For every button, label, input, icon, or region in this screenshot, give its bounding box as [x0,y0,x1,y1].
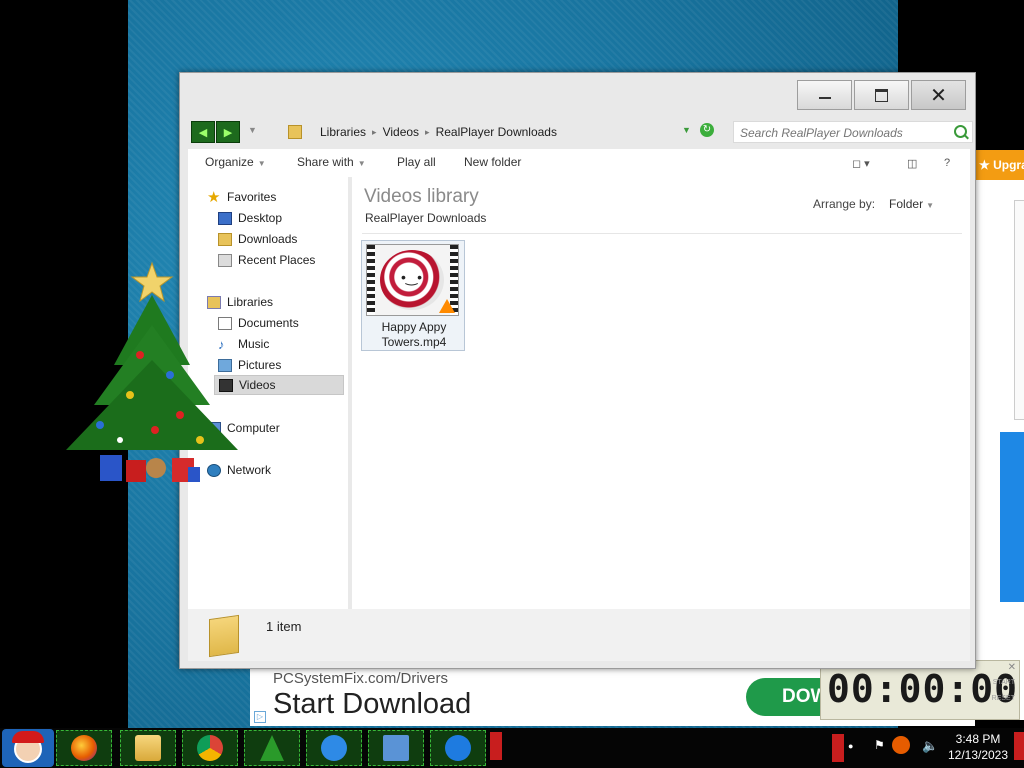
library-subtitle: RealPlayer Downloads [365,211,487,225]
crumb-separator-icon[interactable]: ▸ [372,127,377,138]
search-input[interactable] [734,122,947,144]
share-with-button[interactable]: Share with ▼ [297,155,366,169]
timer-close-icon[interactable]: ✕ [1008,662,1016,673]
file-name: Happy Appy Towers.mp4 [381,320,447,349]
browser-panel [1014,200,1024,420]
desktop-icon [218,211,232,225]
timer-reset-button[interactable]: RESET [992,695,1015,702]
santa-hat-icon [12,731,44,743]
explorer-window: ✕ ◀ ▶ ▼ Libraries ▸ Videos ▸ RealPlayer … [179,72,976,669]
library-title: Videos library [364,186,479,207]
minimize-icon [818,97,831,99]
play-all-button[interactable]: Play all [397,155,436,169]
preview-pane-icon[interactable]: ◫ [907,157,917,170]
recent-pages-dropdown[interactable]: ▼ [248,125,257,135]
taskbar-control-panel[interactable] [368,730,424,766]
folder-icon [209,614,239,658]
timer-display: 00:00:00 [827,667,1019,711]
taskbar-clock[interactable]: 3:48 PM 12/13/2023 [944,731,1012,763]
filmstrip-edge [367,245,375,315]
vlc-icon [439,299,455,313]
close-icon: ✕ [930,84,947,107]
file-list[interactable]: Videos library RealPlayer Downloads Arra… [352,177,970,609]
command-bar: Organize ▼ Share with ▼ Play all New folde… [188,149,970,177]
close-button[interactable]: ✕ [911,80,966,110]
start-button[interactable] [2,729,54,767]
details-pane: 1 item [188,609,970,661]
volume-icon[interactable]: 🔈 [922,738,938,754]
crumb-videos[interactable]: Videos [383,125,419,139]
maximize-icon [875,88,888,102]
taskbar-firefox[interactable] [56,730,112,766]
taskbar-chrome[interactable] [182,730,238,766]
folder-icon [288,125,302,139]
new-folder-button[interactable]: New folder [464,155,521,169]
nav-desktop[interactable]: Desktop [218,208,373,228]
action-center-flag-icon[interactable]: ⚑ [874,738,885,752]
crumb-separator-icon[interactable]: ▸ [425,127,430,138]
download-icon [445,735,471,761]
timer-start-button[interactable]: START [993,679,1015,686]
organize-button[interactable]: Organize ▼ [205,155,266,169]
firefox-icon [71,735,97,761]
taskbar-edge [490,732,502,760]
ad-info-icon[interactable]: ▷ [254,711,266,723]
view-options-icon[interactable]: ◻ ▾ [852,157,870,170]
browser-blue-panel [1000,432,1024,602]
messenger-icon [321,735,347,761]
firefox-tray-icon[interactable] [892,736,910,754]
arrange-by-label: Arrange by: [813,197,876,211]
thumbnail-face: •‿• [401,269,423,285]
upgrade-banner[interactable]: ★ Upgra [975,150,1024,180]
address-dropdown-icon[interactable]: ▼ [682,125,691,135]
star-icon: ★ [207,188,221,206]
taskbar-file-explorer[interactable] [120,730,176,766]
arrange-by-dropdown[interactable]: Folder [889,197,923,211]
breadcrumb: Libraries ▸ Videos ▸ RealPlayer Download… [288,121,563,143]
maximize-button[interactable] [854,80,909,110]
forward-button[interactable]: ▶ [216,121,240,143]
show-desktop-button[interactable] [1014,732,1024,760]
caption-buttons: ✕ [795,80,966,110]
arrange-by: Arrange by: Folder ▼ [813,197,934,211]
address-row: ◀ ▶ ▼ Libraries ▸ Videos ▸ RealPlayer Do… [188,121,973,145]
ad-headline[interactable]: Start Download [273,688,471,721]
downloads-folder-icon [218,232,232,246]
forward-arrow-icon: ▶ [223,126,233,139]
file-explorer-icon [135,735,161,761]
crumb-realplayer-downloads[interactable]: RealPlayer Downloads [436,125,557,139]
taskbar-download[interactable] [430,730,486,766]
help-icon[interactable]: ? [944,157,950,169]
tray-indicator [832,734,844,762]
refresh-icon[interactable]: ↻ [700,123,714,137]
chrome-icon [197,735,223,761]
minimize-button[interactable] [797,80,852,110]
taskbar-christmas-tree[interactable] [244,730,300,766]
search-icon[interactable] [954,125,967,138]
item-count: 1 item [266,619,302,634]
video-file-item[interactable]: •‿• Happy Appy Towers.mp4 [361,240,465,351]
back-button[interactable]: ◀ [191,121,215,143]
search-box[interactable] [733,121,973,144]
nav-buttons: ◀ ▶ [191,121,241,143]
timer-gadget[interactable]: 00:00:00 ✕ START RESET [820,660,1020,720]
tray-dot-icon[interactable]: ● [848,741,853,751]
clock-time: 3:48 PM [955,732,1001,746]
video-thumbnail: •‿• [366,244,459,316]
nav-favorites[interactable]: ★ Favorites [207,187,362,207]
crumb-libraries[interactable]: Libraries [320,125,366,139]
back-arrow-icon: ◀ [198,126,208,139]
clock-date: 12/13/2023 [947,748,1009,762]
taskbar-messenger[interactable] [306,730,362,766]
taskbar: ● ⚑ 🔈 3:48 PM 12/13/2023 [0,728,1024,768]
nav-downloads[interactable]: Downloads [218,229,373,249]
christmas-tree-icon [260,735,284,761]
divider [362,233,962,234]
control-panel-icon [383,735,409,761]
ad-url[interactable]: PCSystemFix.com/Drivers [273,670,448,687]
christmas-tree-decoration [66,261,238,482]
chevron-down-icon[interactable]: ▼ [926,201,934,210]
